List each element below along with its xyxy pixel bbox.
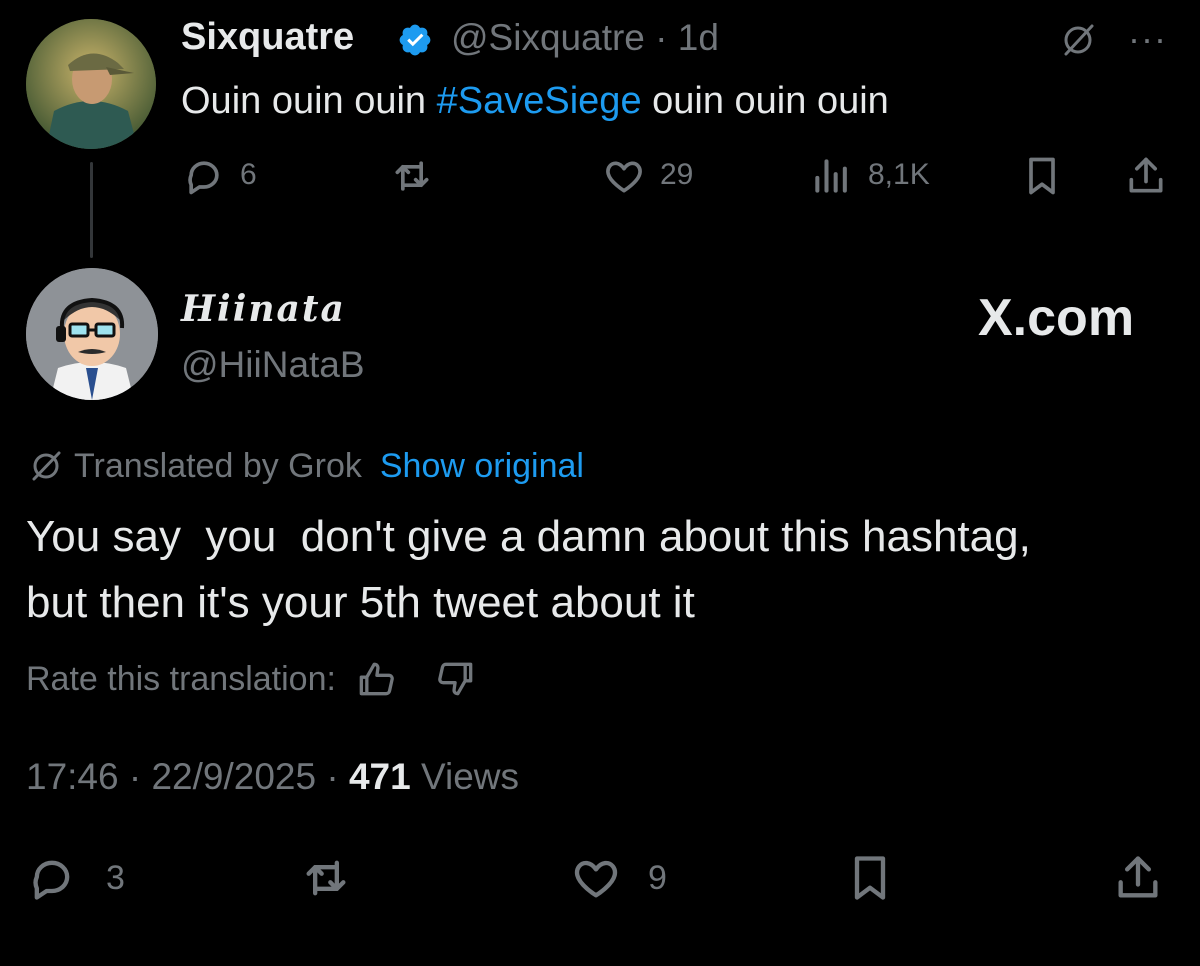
- verified-badge-icon: [399, 24, 431, 56]
- timestamp-time[interactable]: 17:46: [26, 756, 119, 797]
- watermark: X.com: [978, 289, 1135, 347]
- thread-line: [90, 162, 93, 258]
- show-original-link[interactable]: Show original: [380, 447, 584, 486]
- thumbs-down-icon[interactable]: [434, 657, 478, 701]
- like-icon[interactable]: [602, 154, 646, 198]
- time-ago[interactable]: 1d: [678, 17, 719, 58]
- grok-icon[interactable]: [1058, 20, 1098, 60]
- tweet-meta: 17:46 · 22/9/2025 · 471 Views: [26, 756, 519, 798]
- retweet-icon[interactable]: [390, 154, 434, 198]
- translation-notice: Translated by Grok Show original: [26, 444, 584, 488]
- like-icon[interactable]: [570, 852, 622, 904]
- tweet-text-start: Ouin ouin ouin: [181, 80, 437, 122]
- tweet-text: Ouin ouin ouin #SaveSiege ouin ouin ouin: [181, 80, 889, 123]
- like-count: 29: [660, 158, 694, 191]
- avatar[interactable]: [26, 268, 158, 400]
- more-options-icon[interactable]: ···: [1128, 21, 1167, 57]
- hashtag-link[interactable]: #SaveSiege: [437, 80, 642, 122]
- separator: ·: [326, 756, 339, 797]
- separator: ·: [655, 17, 668, 58]
- avatar-image: [26, 19, 156, 149]
- display-name[interactable]: Sixquatre: [181, 16, 354, 59]
- tweet-text: You say you don't give a damn about this…: [26, 504, 1186, 636]
- rate-label: Rate this translation:: [26, 659, 336, 698]
- reply-icon[interactable]: [182, 154, 226, 198]
- reply-icon[interactable]: [26, 852, 78, 904]
- thumbs-up-icon[interactable]: [354, 657, 398, 701]
- tweet-text-line: but then it's your 5th tweet about it: [26, 578, 695, 627]
- views-count: 471: [348, 756, 411, 797]
- handle[interactable]: @Sixquatre: [451, 17, 645, 58]
- bookmark-icon[interactable]: [1020, 154, 1064, 198]
- handle-and-time[interactable]: @Sixquatre · 1d: [451, 17, 719, 59]
- share-icon[interactable]: [1112, 852, 1164, 904]
- views-label: Views: [421, 756, 520, 797]
- views-icon[interactable]: [810, 154, 854, 198]
- rate-translation: Rate this translation:: [26, 656, 478, 702]
- timestamp-date[interactable]: 22/9/2025: [151, 756, 316, 797]
- bookmark-icon[interactable]: [844, 852, 896, 904]
- handle[interactable]: @HiiNataB: [181, 344, 365, 386]
- separator: ·: [128, 756, 142, 797]
- share-icon[interactable]: [1124, 154, 1168, 198]
- tweet-text-end: ouin ouin ouin: [641, 80, 889, 122]
- view-count: 8,1K: [868, 158, 930, 191]
- avatar-image: [26, 268, 158, 400]
- avatar[interactable]: [26, 19, 156, 149]
- like-count: 9: [648, 859, 667, 897]
- display-name[interactable]: Hiinata: [181, 288, 346, 330]
- grok-icon: [32, 451, 61, 481]
- retweet-icon[interactable]: [300, 852, 352, 904]
- translated-label: Translated by Grok: [74, 446, 362, 485]
- reply-count: 3: [106, 859, 125, 897]
- reply-count: 6: [240, 158, 257, 191]
- tweet-text-line: You say you don't give a damn about this…: [26, 512, 1031, 561]
